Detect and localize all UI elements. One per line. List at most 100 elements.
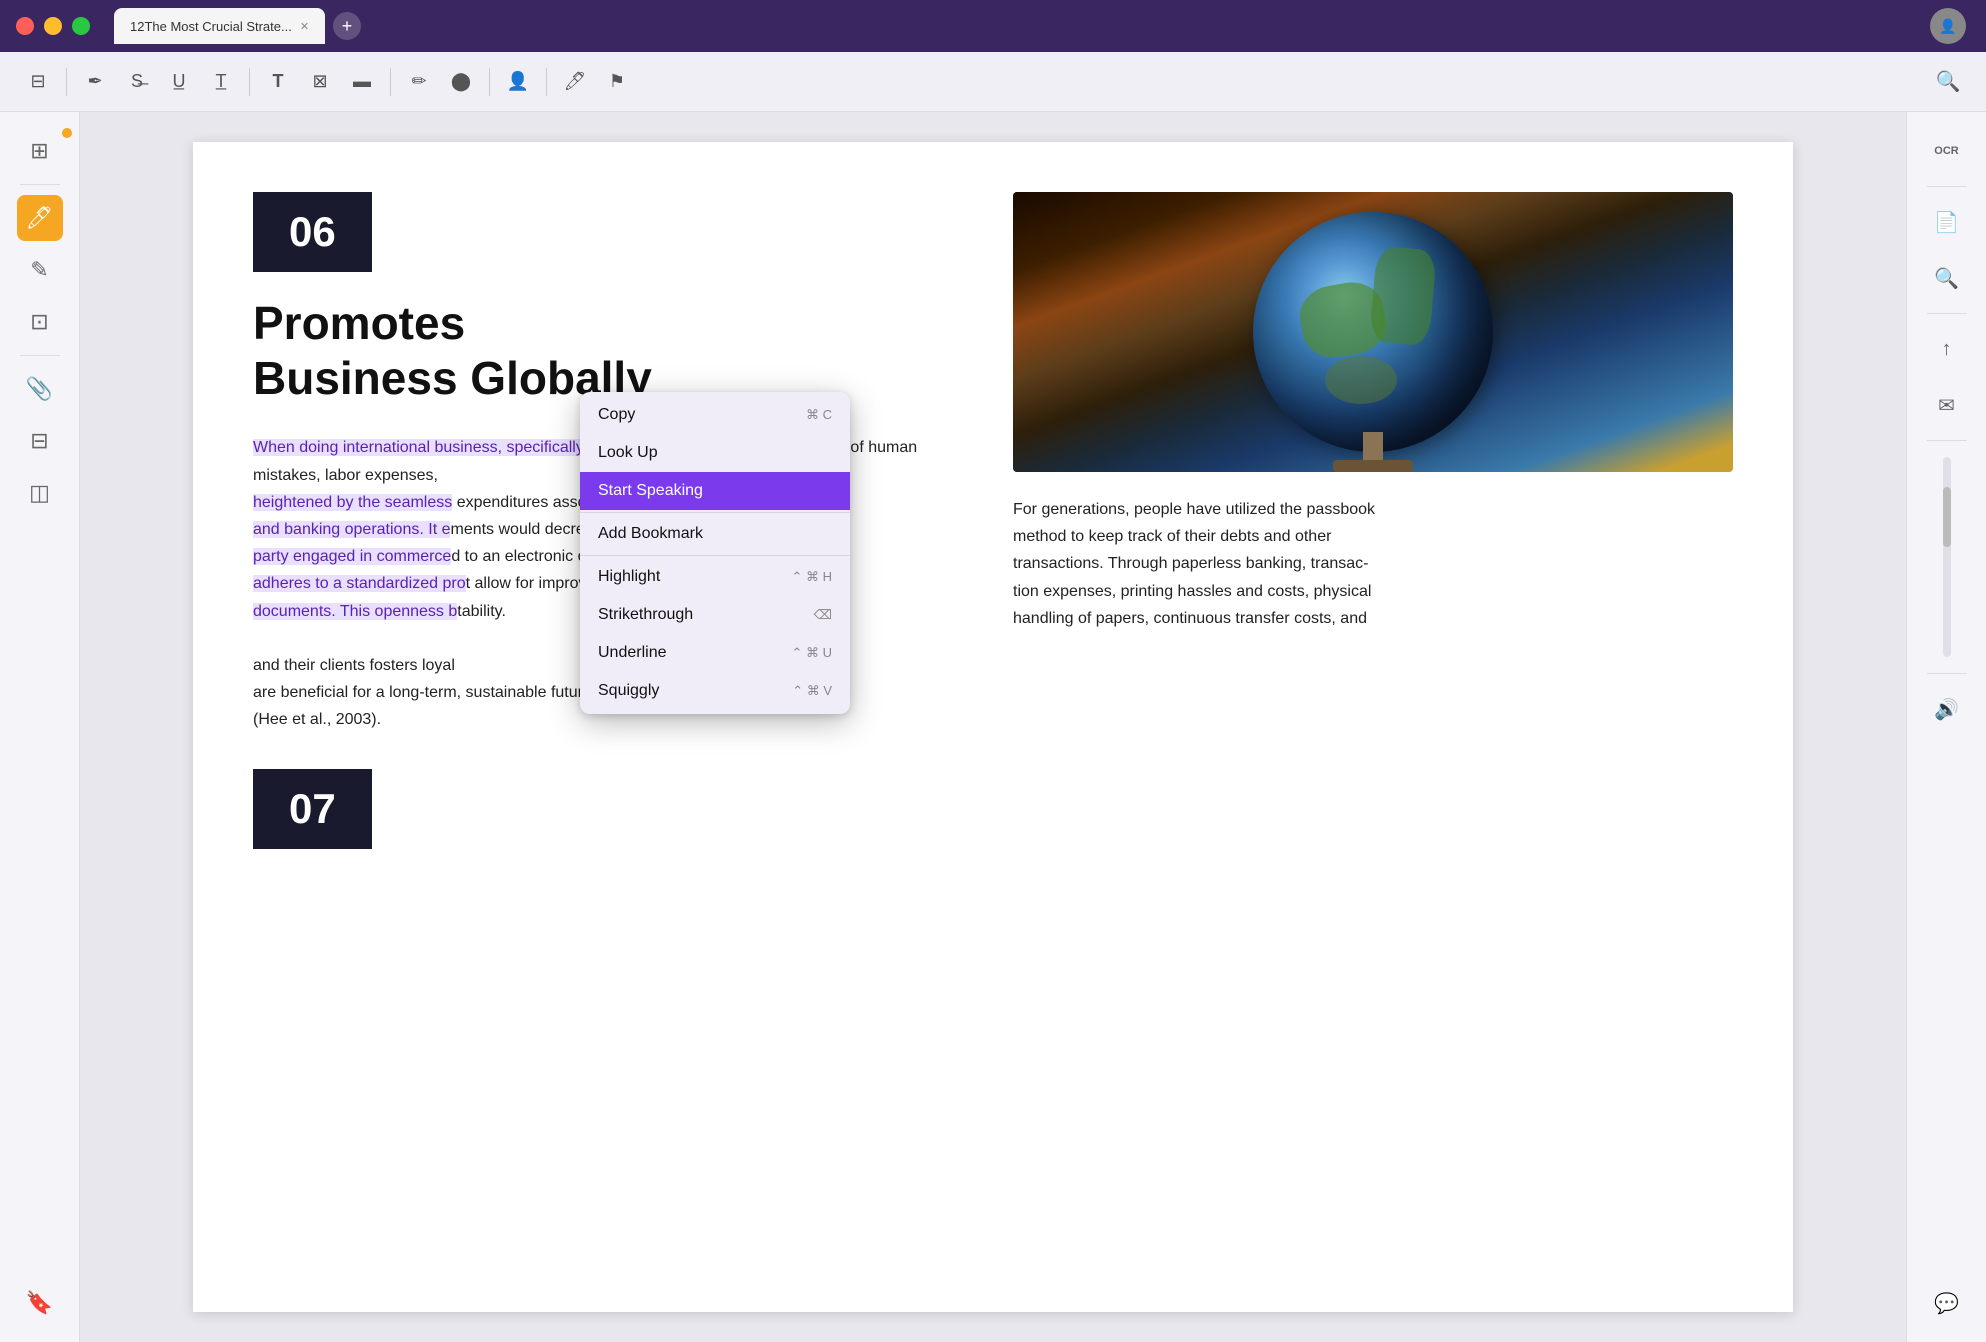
sidebar-item-highlight-pen[interactable]: 🖊 (17, 195, 63, 241)
sidebar-item-thumbnails[interactable]: ⊞ (17, 128, 63, 174)
globe-sphere (1253, 212, 1493, 452)
highlighted-text-3: and banking operations. It e (253, 521, 450, 538)
menu-item-squiggly[interactable]: Squiggly ⌃ ⌘ V (580, 672, 850, 710)
menu-separator-2 (580, 555, 850, 556)
highlighted-text-6: documents. This openness b (253, 603, 457, 620)
body-text-right-6: tability. (457, 603, 506, 620)
sidebar-item-attachments[interactable]: 📎 (17, 366, 63, 412)
right-sidebar-comments[interactable]: 💬 (1924, 1280, 1970, 1326)
section-number-2: 07 (253, 769, 372, 849)
close-button[interactable] (16, 17, 34, 35)
body-text-citation: (Hee et al., 2003). (253, 711, 381, 728)
toolbar-separator-5 (546, 68, 547, 96)
toolbar-separator-4 (489, 68, 490, 96)
menu-item-highlight-label: Highlight (598, 568, 660, 586)
menu-item-strikethrough-shortcut: ⌫ (814, 607, 832, 623)
body-text-long: are beneficial for a long-term, sustaina… (253, 684, 592, 701)
tab-title: 12The Most Crucial Strate... (130, 19, 292, 34)
menu-item-add-bookmark[interactable]: Add Bookmark (580, 515, 850, 553)
globe-image (1013, 192, 1733, 472)
sidebar-item-annotations[interactable]: ✎ (17, 247, 63, 293)
stamp-tool-icon[interactable]: ⊠ (302, 64, 338, 100)
menu-item-highlight[interactable]: Highlight ⌃ ⌘ H (580, 558, 850, 596)
active-tab[interactable]: 12The Most Crucial Strate... ✕ (114, 8, 325, 44)
right-sidebar-separator-3 (1927, 440, 1967, 441)
right-text-4: tion expenses, printing hassles and cost… (1013, 583, 1371, 600)
globe-base (1333, 460, 1413, 472)
highlight-tool-icon[interactable]: ✒ (77, 64, 113, 100)
sidebar-separator-2 (20, 355, 60, 356)
section-number: 06 (253, 192, 372, 272)
right-sidebar-separator-4 (1927, 673, 1967, 674)
left-sidebar: ⊞ 🖊 ✎ ⊡ 📎 ⊟ ◫ 🔖 (0, 112, 80, 1342)
pen-tool-icon[interactable]: ✏ (401, 64, 437, 100)
sidebar-item-layers[interactable]: ◫ (17, 470, 63, 516)
toolbar-separator-1 (66, 68, 67, 96)
right-sidebar: OCR 📄 🔍 ↑ ✉ 🔊 💬 (1906, 112, 1986, 1342)
right-text-5: handling of papers, continuous transfer … (1013, 610, 1367, 627)
content-area: 06 Promotes Business Globally When doing… (80, 112, 1906, 1342)
menu-item-squiggly-shortcut: ⌃ ⌘ V (792, 683, 832, 699)
minimize-button[interactable] (44, 17, 62, 35)
maximize-button[interactable] (72, 17, 90, 35)
user-tool-icon[interactable]: 🖊 (557, 64, 593, 100)
typewriter-tool-icon[interactable]: T̲ (203, 64, 239, 100)
right-sidebar-ocr[interactable]: OCR (1924, 128, 1970, 174)
right-body-text: For generations, people have utilized th… (1013, 496, 1733, 632)
menu-item-start-speaking-label: Start Speaking (598, 482, 703, 500)
menu-item-underline-shortcut: ⌃ ⌘ U (791, 645, 832, 661)
scrollbar-track[interactable] (1943, 457, 1951, 657)
tab-bar: 12The Most Crucial Strate... ✕ + (114, 8, 361, 44)
section-title-line1: Promotes (253, 297, 465, 349)
right-text-3: transactions. Through paperless banking,… (1013, 555, 1368, 572)
traffic-lights (16, 17, 90, 35)
menu-item-strikethrough-label: Strikethrough (598, 606, 693, 624)
menu-item-copy[interactable]: Copy ⌘ C (580, 396, 850, 434)
color-picker-tool-icon[interactable]: ⬤ (443, 64, 479, 100)
menu-item-add-bookmark-label: Add Bookmark (598, 525, 703, 543)
menu-item-copy-label: Copy (598, 406, 635, 424)
right-text-2: method to keep track of their debts and … (1013, 528, 1331, 545)
strikethrough-tool-icon[interactable]: S̶ (119, 64, 155, 100)
annotation-tool-icon[interactable]: ⚑ (599, 64, 635, 100)
right-sidebar-email[interactable]: ✉ (1924, 382, 1970, 428)
menu-item-start-speaking[interactable]: Start Speaking (580, 472, 850, 510)
redact-tool-icon[interactable]: ▬ (344, 64, 380, 100)
toolbar-separator-2 (249, 68, 250, 96)
right-sidebar-separator-1 (1927, 186, 1967, 187)
menu-item-squiggly-label: Squiggly (598, 682, 659, 700)
titlebar: 12The Most Crucial Strate... ✕ + 👤 (0, 0, 1986, 52)
reader-view-icon[interactable]: ⊟ (20, 64, 56, 100)
scrollbar-thumb[interactable] (1943, 487, 1951, 547)
tab-close-button[interactable]: ✕ (300, 20, 309, 33)
page-document: 06 Promotes Business Globally When doing… (193, 142, 1793, 1312)
right-text-1: For generations, people have utilized th… (1013, 501, 1375, 518)
search-icon[interactable]: 🔍 (1930, 64, 1966, 100)
text-tool-icon[interactable]: T (260, 64, 296, 100)
right-sidebar-audio[interactable]: 🔊 (1924, 686, 1970, 732)
new-tab-button[interactable]: + (333, 12, 361, 40)
highlighted-text-5: adheres to a standardized pro (253, 575, 466, 592)
sidebar-item-stickers[interactable]: ⊟ (17, 418, 63, 464)
context-menu: Copy ⌘ C Look Up Start Speaking Add Book… (580, 392, 850, 714)
right-sidebar-search[interactable]: 🔍 (1924, 255, 1970, 301)
avatar[interactable]: 👤 (1930, 8, 1966, 44)
shape-tool-icon[interactable]: 👤 (500, 64, 536, 100)
right-sidebar-scan[interactable]: 📄 (1924, 199, 1970, 245)
body-text-clients: and their clients fosters loyal (253, 657, 455, 674)
menu-item-underline[interactable]: Underline ⌃ ⌘ U (580, 634, 850, 672)
menu-item-copy-shortcut: ⌘ C (806, 407, 832, 423)
right-column: For generations, people have utilized th… (1013, 192, 1733, 1262)
highlighted-text-2: heightened by the seamless (253, 494, 452, 511)
right-sidebar-separator-2 (1927, 313, 1967, 314)
menu-item-strikethrough[interactable]: Strikethrough ⌫ (580, 596, 850, 634)
menu-item-lookup-label: Look Up (598, 444, 658, 462)
sidebar-item-bookmark[interactable]: 🔖 (17, 1280, 63, 1326)
toolbar-separator-3 (390, 68, 391, 96)
menu-item-lookup[interactable]: Look Up (580, 434, 850, 472)
menu-item-highlight-shortcut: ⌃ ⌘ H (791, 569, 832, 585)
underline-tool-icon[interactable]: U̲ (161, 64, 197, 100)
sidebar-item-pages[interactable]: ⊡ (17, 299, 63, 345)
left-column: 06 Promotes Business Globally When doing… (253, 192, 973, 1262)
right-sidebar-share[interactable]: ↑ (1924, 326, 1970, 372)
